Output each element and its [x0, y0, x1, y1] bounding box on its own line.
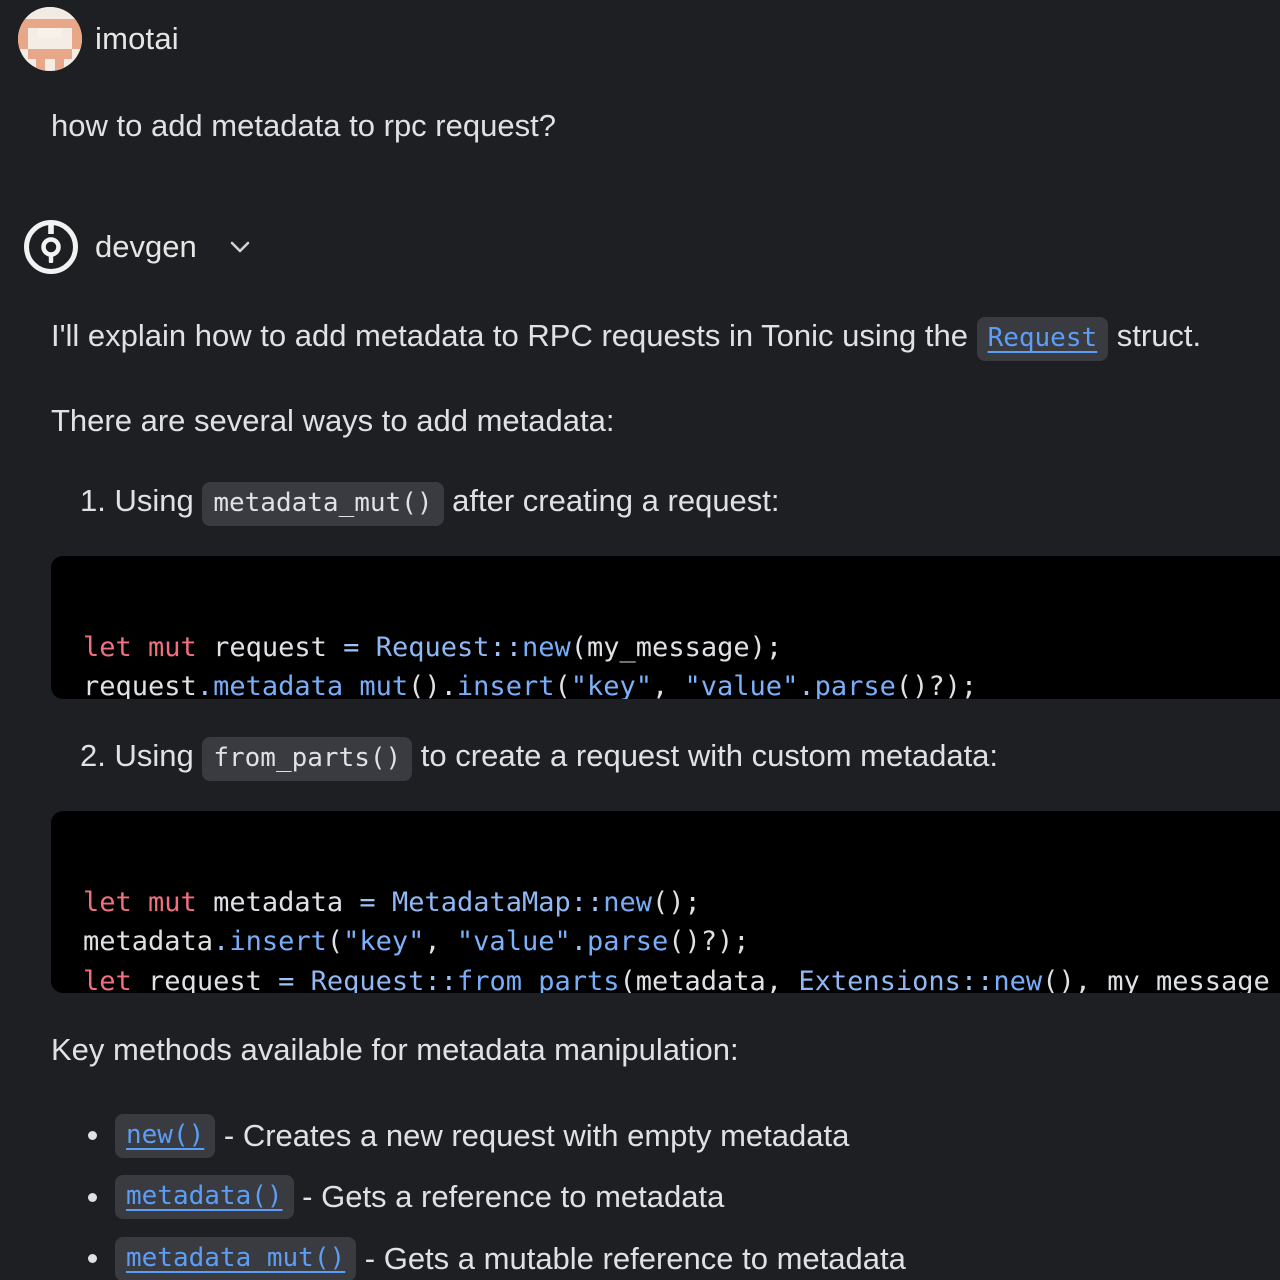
user-avatar — [18, 7, 82, 71]
methods-list: new() - Creates a new request with empty… — [82, 1105, 906, 1280]
step-1: 1. Using metadata_mut() after creating a… — [80, 481, 780, 526]
step-1-suffix: after creating a request: — [443, 483, 780, 518]
user-name: imotai — [95, 21, 179, 56]
code-block-2: let mut metadata = MetadataMap::new(); m… — [51, 811, 1280, 993]
code-line: request.metadata_mut().insert("key", "va… — [83, 671, 978, 699]
code-line: metadata.insert("key", "value".parse()?)… — [83, 926, 750, 957]
user-question: how to add metadata to rpc request? — [51, 108, 556, 143]
bullet-dot — [88, 1192, 97, 1202]
intro-text-start: I'll explain how to add metadata to RPC … — [51, 318, 977, 353]
code-line: let request = Request::from_parts(metada… — [83, 965, 1270, 994]
method-link-metadata[interactable]: metadata() — [115, 1175, 294, 1220]
step-2-code: from_parts() — [202, 737, 413, 781]
step-2-prefix: 2. Using — [80, 738, 203, 773]
method-description: - Creates a new request with empty metad… — [215, 1117, 850, 1153]
code-line: let mut metadata = MetadataMap::new(); — [83, 886, 701, 918]
code-block-1: let mut request = Request::new(my_messag… — [51, 556, 1280, 699]
bullet-dot — [88, 1131, 97, 1141]
method-description: - Gets a mutable reference to metadata — [356, 1240, 906, 1276]
method-link-metadata-mut[interactable]: metadata_mut() — [115, 1236, 357, 1280]
step-2-suffix: to create a request with custom metadata… — [412, 738, 999, 773]
intro-paragraph: I'll explain how to add metadata to RPC … — [51, 316, 1202, 361]
list-item: metadata_mut() - Gets a mutable referenc… — [82, 1228, 906, 1280]
user-message-header: imotai — [18, 7, 179, 71]
chat-panel: imotai how to add metadata to rpc reques… — [0, 0, 1280, 1280]
step-1-prefix: 1. Using — [80, 483, 203, 518]
method-description: - Gets a reference to metadata — [293, 1179, 725, 1215]
chevron-down-icon[interactable] — [227, 234, 253, 260]
request-struct-link[interactable]: Request — [976, 317, 1109, 361]
method-link-new[interactable]: new() — [115, 1113, 216, 1158]
assistant-message-header: devgen — [23, 219, 253, 275]
step-2: 2. Using from_parts() to create a reques… — [80, 736, 999, 781]
intro-text-end: struct. — [1108, 318, 1202, 353]
list-item: new() - Creates a new request with empty… — [82, 1105, 906, 1167]
step-1-code: metadata_mut() — [202, 482, 444, 526]
several-ways-paragraph: There are several ways to add metadata: — [51, 403, 615, 438]
list-item: metadata() - Gets a reference to metadat… — [82, 1167, 906, 1229]
assistant-name: devgen — [95, 229, 197, 264]
key-methods-heading: Key methods available for metadata manip… — [51, 1032, 739, 1067]
bullet-dot — [88, 1254, 97, 1264]
devgen-logo-icon — [24, 220, 78, 274]
code-line: let mut request = Request::new(my_messag… — [83, 631, 783, 663]
